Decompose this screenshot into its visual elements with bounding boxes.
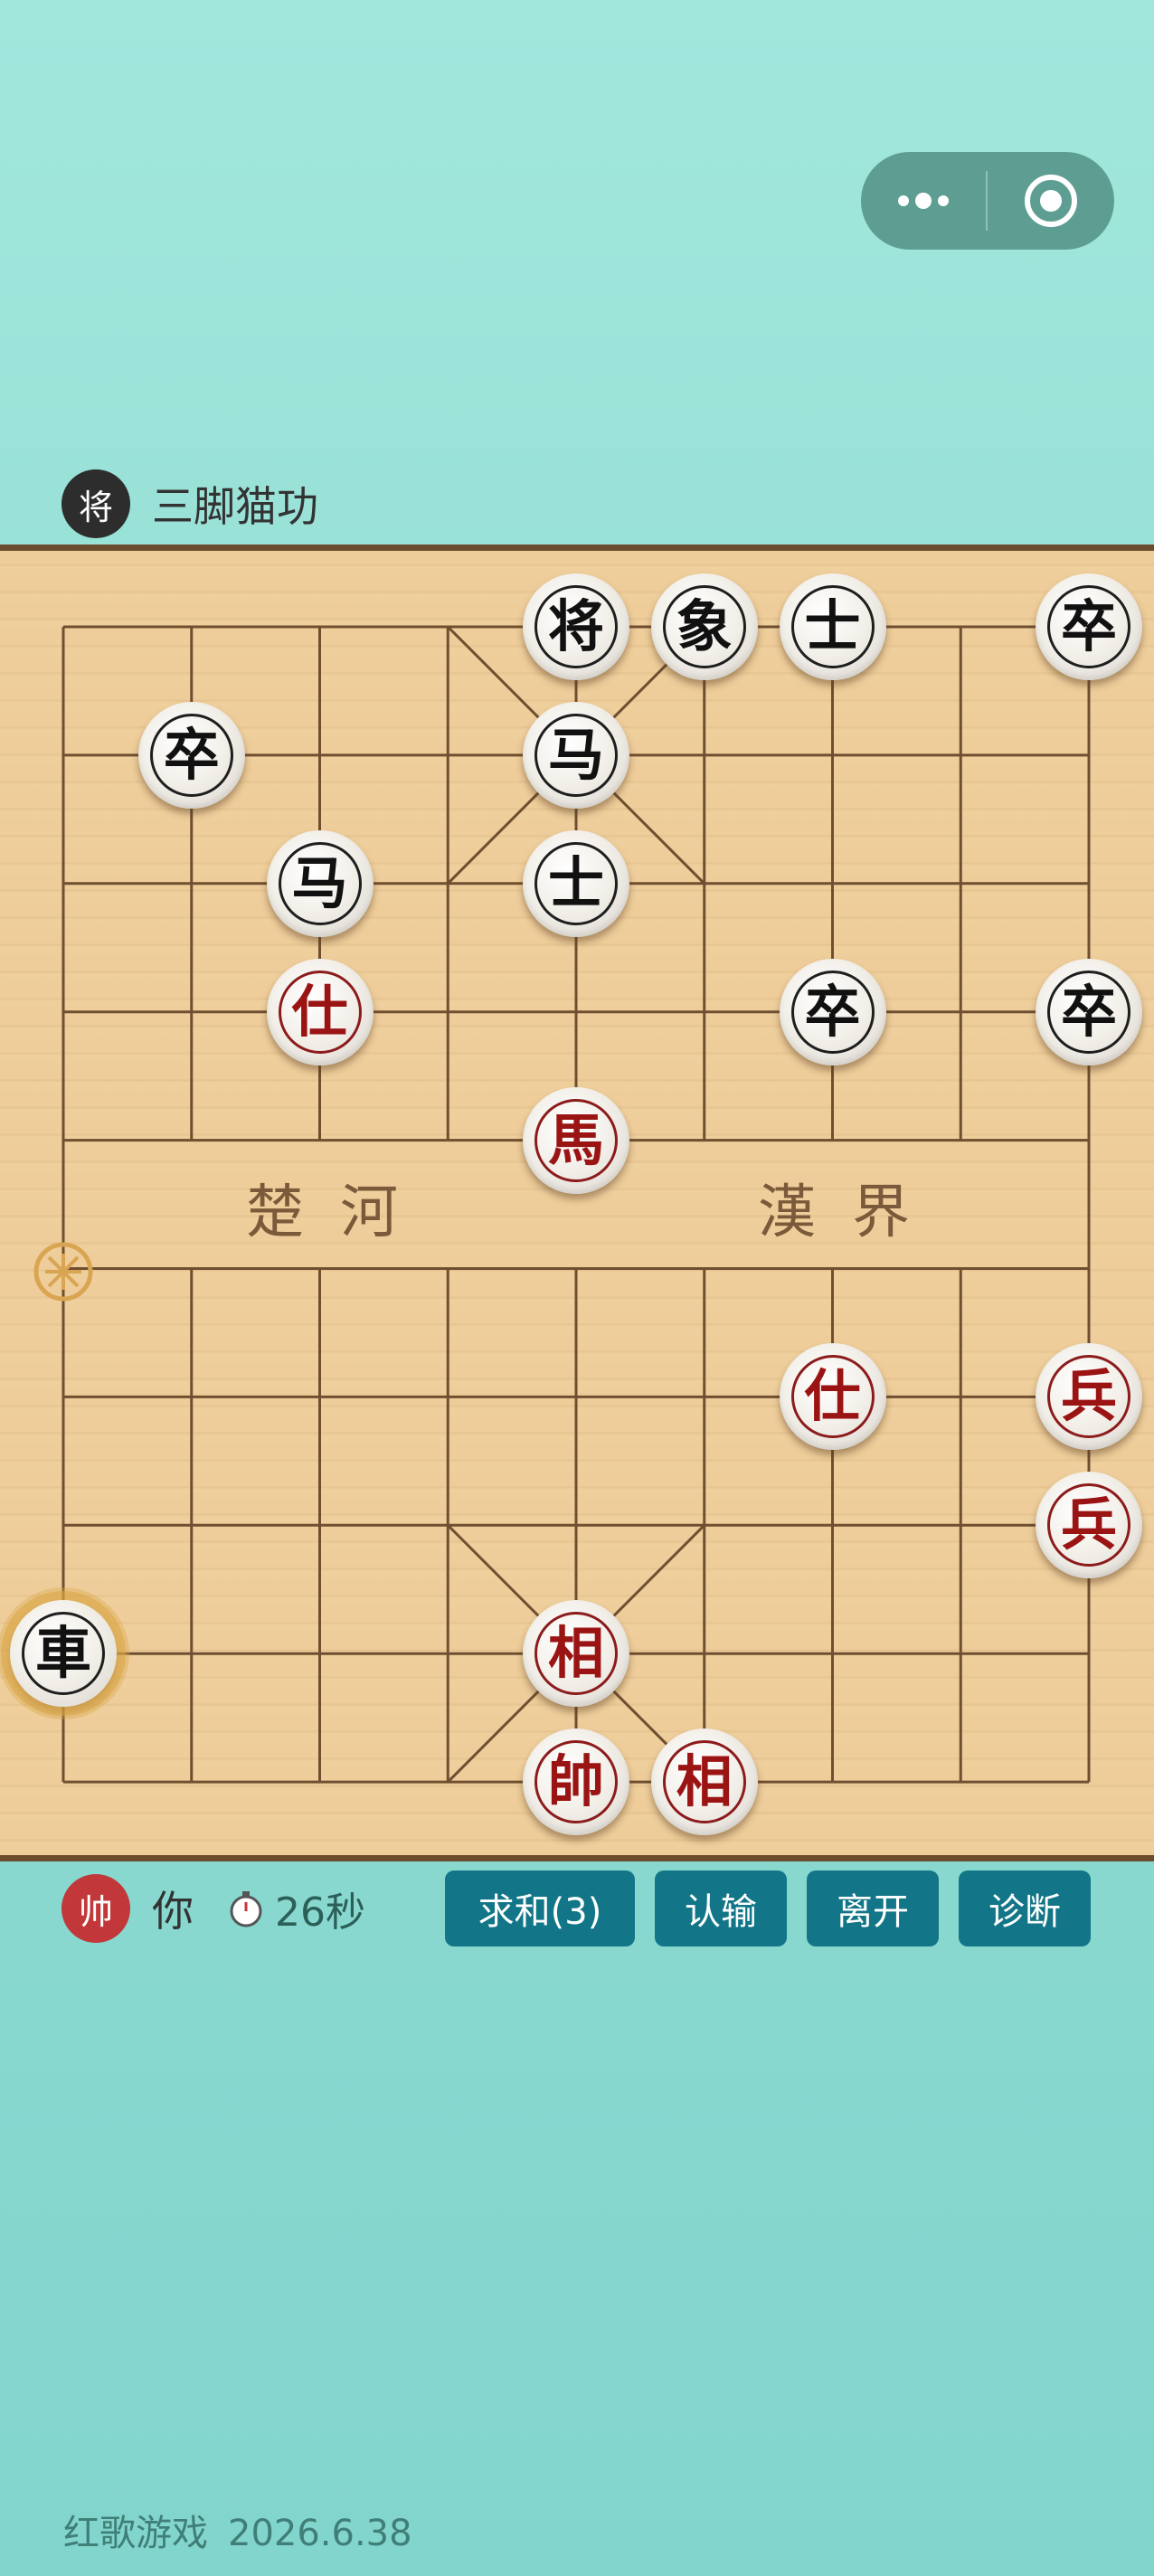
opponent-name: 三脚猫功 — [152, 482, 318, 531]
player-badge: 帅 — [61, 1874, 130, 1943]
black-piece[interactable]: 象 — [650, 573, 758, 680]
piece-label: 将 — [534, 585, 618, 668]
black-piece[interactable]: 卒 — [137, 701, 245, 809]
timer-text: 26秒 — [275, 1889, 365, 1936]
river-right-text: 漢界 — [758, 1179, 946, 1246]
footer-version: 2026.6.38 — [228, 2513, 412, 2554]
piece-label: 马 — [534, 713, 618, 797]
red-piece[interactable]: 仕 — [779, 1343, 886, 1451]
black-piece[interactable]: 士 — [523, 829, 629, 937]
diagnose-button[interactable]: 诊断 — [959, 1870, 1091, 1946]
black-piece[interactable]: 士 — [779, 573, 886, 680]
piece-label: 马 — [278, 841, 362, 925]
turn-timer: 26秒 — [226, 1880, 365, 1937]
black-piece[interactable]: 卒 — [1036, 573, 1142, 680]
more-dots-icon — [898, 193, 949, 209]
piece-label: 士 — [534, 841, 618, 925]
more-button[interactable] — [861, 152, 986, 250]
action-bar: 求和(3) 认输 离开 诊断 — [445, 1870, 1091, 1946]
target-icon — [1025, 175, 1077, 227]
piece-label: 兵 — [1047, 1355, 1130, 1439]
red-piece[interactable]: 馬 — [523, 1086, 629, 1194]
piece-label: 士 — [790, 585, 875, 668]
close-miniprogram-button[interactable] — [988, 152, 1114, 250]
piece-label: 卒 — [790, 970, 875, 1054]
red-piece[interactable]: 仕 — [266, 958, 374, 1065]
red-piece[interactable]: 帥 — [523, 1728, 629, 1836]
chess-board[interactable]: 楚河 漢界 将象士卒卒马马士仕卒卒馬仕兵兵車相帥相 — [0, 545, 1154, 1861]
piece-label: 相 — [534, 1612, 618, 1696]
black-piece[interactable]: 马 — [266, 829, 374, 937]
river-left-text: 楚河 — [246, 1179, 434, 1246]
red-piece[interactable]: 兵 — [1036, 1472, 1142, 1579]
red-piece[interactable]: 兵 — [1036, 1343, 1142, 1451]
piece-label: 車 — [22, 1612, 105, 1696]
player-row: 帅 你 26秒 — [61, 1872, 365, 1945]
piece-label: 仕 — [790, 1355, 875, 1439]
opponent-badge: 将 — [61, 469, 130, 538]
piece-label: 兵 — [1047, 1483, 1130, 1567]
red-piece[interactable]: 相 — [650, 1728, 758, 1836]
capsule-menu — [861, 152, 1114, 250]
black-piece[interactable]: 将 — [523, 573, 629, 680]
footer: 红歌游戏 2026.6.38 — [63, 2504, 412, 2556]
piece-label: 馬 — [534, 1098, 618, 1182]
red-piece[interactable]: 相 — [523, 1600, 629, 1708]
piece-label: 仕 — [278, 970, 362, 1054]
black-piece[interactable]: 卒 — [779, 958, 886, 1065]
piece-label: 相 — [662, 1740, 746, 1824]
black-piece[interactable]: 马 — [523, 701, 629, 809]
black-piece[interactable]: 車 — [10, 1600, 117, 1708]
footer-brand: 红歌游戏 — [63, 2513, 208, 2554]
player-name: 你 — [152, 1887, 194, 1936]
piece-label: 帥 — [534, 1740, 618, 1824]
resign-button[interactable]: 认输 — [655, 1870, 787, 1946]
leave-button[interactable]: 离开 — [807, 1870, 939, 1946]
piece-label: 卒 — [1047, 585, 1130, 668]
opponent-row: 将 三脚猫功 — [61, 468, 318, 540]
black-piece[interactable]: 卒 — [1036, 958, 1142, 1065]
draw-button[interactable]: 求和(3) — [445, 1870, 635, 1946]
piece-label: 卒 — [149, 713, 233, 797]
piece-label: 象 — [662, 585, 746, 668]
piece-label: 卒 — [1047, 970, 1130, 1054]
stopwatch-icon — [230, 1891, 262, 1927]
